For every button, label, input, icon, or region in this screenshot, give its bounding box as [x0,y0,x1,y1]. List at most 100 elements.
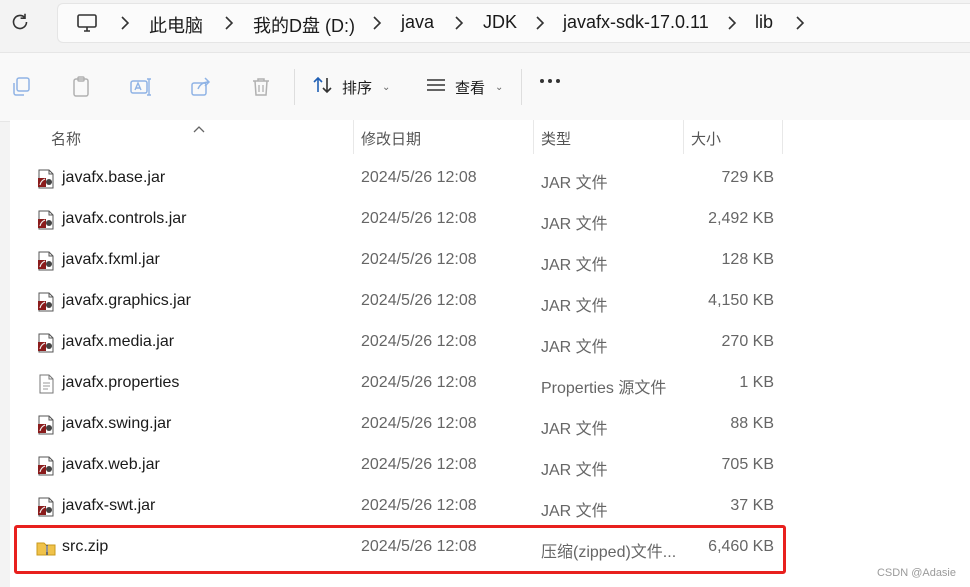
delete-icon[interactable] [249,75,273,99]
watermark: CSDN @Adasie [876,567,956,579]
file-name[interactable]: javafx-swt.jar [62,497,155,515]
file-row[interactable]: javafx.graphics.jar 2024/5/26 12:08 JAR 文件… [10,282,790,323]
file-size: 270 KB [721,333,774,350]
file-name[interactable]: src.zip [62,538,108,556]
file-name[interactable]: javafx.properties [62,374,179,392]
jar-file-icon [36,456,56,476]
file-name[interactable]: javafx.graphics.jar [62,292,191,310]
jar-file-icon [36,251,56,271]
breadcrumb-chevron-icon[interactable] [533,15,547,31]
jar-file-icon [36,292,56,312]
file-name[interactable]: javafx.base.jar [62,169,165,187]
jar-file-icon [36,169,56,189]
file-modified-date: 2024/5/26 12:08 [361,210,477,227]
file-modified-date: 2024/5/26 12:08 [361,333,477,350]
file-modified-date: 2024/5/26 12:08 [361,292,477,309]
column-header-size[interactable]: 大小 [691,128,721,149]
file-modified-date: 2024/5/26 12:08 [361,456,477,473]
this-pc-icon[interactable] [75,11,99,35]
share-icon[interactable] [189,75,213,99]
view-button[interactable]: 查看 ⌄ [425,73,503,101]
file-name[interactable]: javafx.fxml.jar [62,251,160,269]
refresh-icon[interactable] [6,8,34,36]
address-bar-row: 此电脑 我的D盘 (D:) java JDK javafx-sdk-17.0.1… [0,0,970,46]
more-options-icon[interactable] [540,79,560,83]
file-type: JAR 文件 [541,216,608,233]
jar-file-icon [36,333,56,353]
file-row[interactable]: javafx.properties 2024/5/26 12:08 Properti… [10,364,790,405]
file-type: JAR 文件 [541,503,608,520]
file-row[interactable]: javafx.controls.jar 2024/5/26 12:08 JAR 文件… [10,200,790,241]
sort-button[interactable]: 排序 ⌄ [312,73,390,101]
column-divider[interactable] [533,120,534,154]
file-size: 2,492 KB [708,210,774,227]
file-row[interactable]: javafx.web.jar 2024/5/26 12:08 JAR 文件 705 K… [10,446,790,487]
file-size: 729 KB [721,169,774,186]
copy-icon[interactable] [9,75,33,99]
view-icon [425,75,447,99]
file-row[interactable]: javafx.media.jar 2024/5/26 12:08 JAR 文件 270… [10,323,790,364]
sort-icon [312,75,334,99]
column-header-name[interactable]: 名称 [51,128,81,149]
column-divider[interactable] [782,120,783,154]
file-row[interactable]: javafx.fxml.jar 2024/5/26 12:08 JAR 文件 128 … [10,241,790,282]
file-name[interactable]: javafx.web.jar [62,456,160,474]
jar-file-icon [36,497,56,517]
jar-file-icon [36,210,56,230]
file-name[interactable]: javafx.controls.jar [62,210,187,228]
file-type: JAR 文件 [541,339,608,356]
view-label: 查看 [455,79,486,97]
file-type: JAR 文件 [541,421,608,438]
file-row[interactable]: javafx.base.jar 2024/5/26 12:08 JAR 文件 729 … [10,159,790,200]
command-bar: 排序 ⌄ 查看 ⌄ [0,52,970,122]
rename-icon[interactable] [129,75,153,99]
file-modified-date: 2024/5/26 12:08 [361,415,477,432]
file-size: 6,460 KB [708,538,774,555]
file-size: 128 KB [721,251,774,268]
file-name[interactable]: javafx.swing.jar [62,415,171,433]
column-headers: 名称 修改日期 类型 大小 [10,120,970,154]
file-size: 37 KB [730,497,774,514]
file-size: 4,150 KB [708,292,774,309]
column-header-type[interactable]: 类型 [541,128,571,149]
breadcrumb-drive-d[interactable]: 我的D盘 (D:) [253,12,355,38]
column-divider[interactable] [353,120,354,154]
file-type: JAR 文件 [541,462,608,479]
column-header-modified[interactable]: 修改日期 [361,128,421,149]
file-type: JAR 文件 [541,175,608,192]
breadcrumb-jdk[interactable]: JDK [483,12,517,33]
chevron-down-icon: ⌄ [382,81,391,93]
breadcrumb-chevron-icon[interactable] [725,15,739,31]
chevron-down-icon: ⌄ [495,81,504,93]
toolbar-divider [521,69,522,105]
breadcrumb-lib[interactable]: lib [755,12,773,33]
jar-file-icon [36,415,56,435]
file-row[interactable]: javafx.swing.jar 2024/5/26 12:08 JAR 文件 88 … [10,405,790,446]
paste-icon[interactable] [69,75,93,99]
text-file-icon [36,374,56,394]
breadcrumb-chevron-icon[interactable] [222,15,236,31]
file-row[interactable]: src.zip 2024/5/26 12:08 压缩(zipped)文件... 6,4… [10,528,790,569]
file-type: 压缩(zipped)文件... [541,544,677,561]
sort-label: 排序 [342,79,373,97]
breadcrumb-this-pc[interactable]: 此电脑 [149,12,203,38]
breadcrumb-javafx-sdk[interactable]: javafx-sdk-17.0.11 [563,12,709,33]
file-size: 705 KB [721,456,774,473]
file-type: JAR 文件 [541,298,608,315]
breadcrumb-chevron-icon[interactable] [452,15,466,31]
sort-ascending-icon [192,120,206,133]
file-modified-date: 2024/5/26 12:08 [361,538,477,555]
file-modified-date: 2024/5/26 12:08 [361,169,477,186]
breadcrumb-chevron-icon[interactable] [370,15,384,31]
zip-folder-icon [36,538,56,558]
breadcrumb-java[interactable]: java [401,12,434,33]
breadcrumb-chevron-icon[interactable] [793,15,807,31]
file-modified-date: 2024/5/26 12:08 [361,497,477,514]
file-row[interactable]: javafx-swt.jar 2024/5/26 12:08 JAR 文件 37 KB [10,487,790,528]
file-list: 名称 修改日期 类型 大小 javafx.base.jar 2024/5/26 1… [10,120,970,587]
breadcrumb-chevron-icon[interactable] [118,15,132,31]
address-bar[interactable]: 此电脑 我的D盘 (D:) java JDK javafx-sdk-17.0.1… [57,3,970,43]
file-name[interactable]: javafx.media.jar [62,333,174,351]
column-divider[interactable] [683,120,684,154]
file-modified-date: 2024/5/26 12:08 [361,251,477,268]
